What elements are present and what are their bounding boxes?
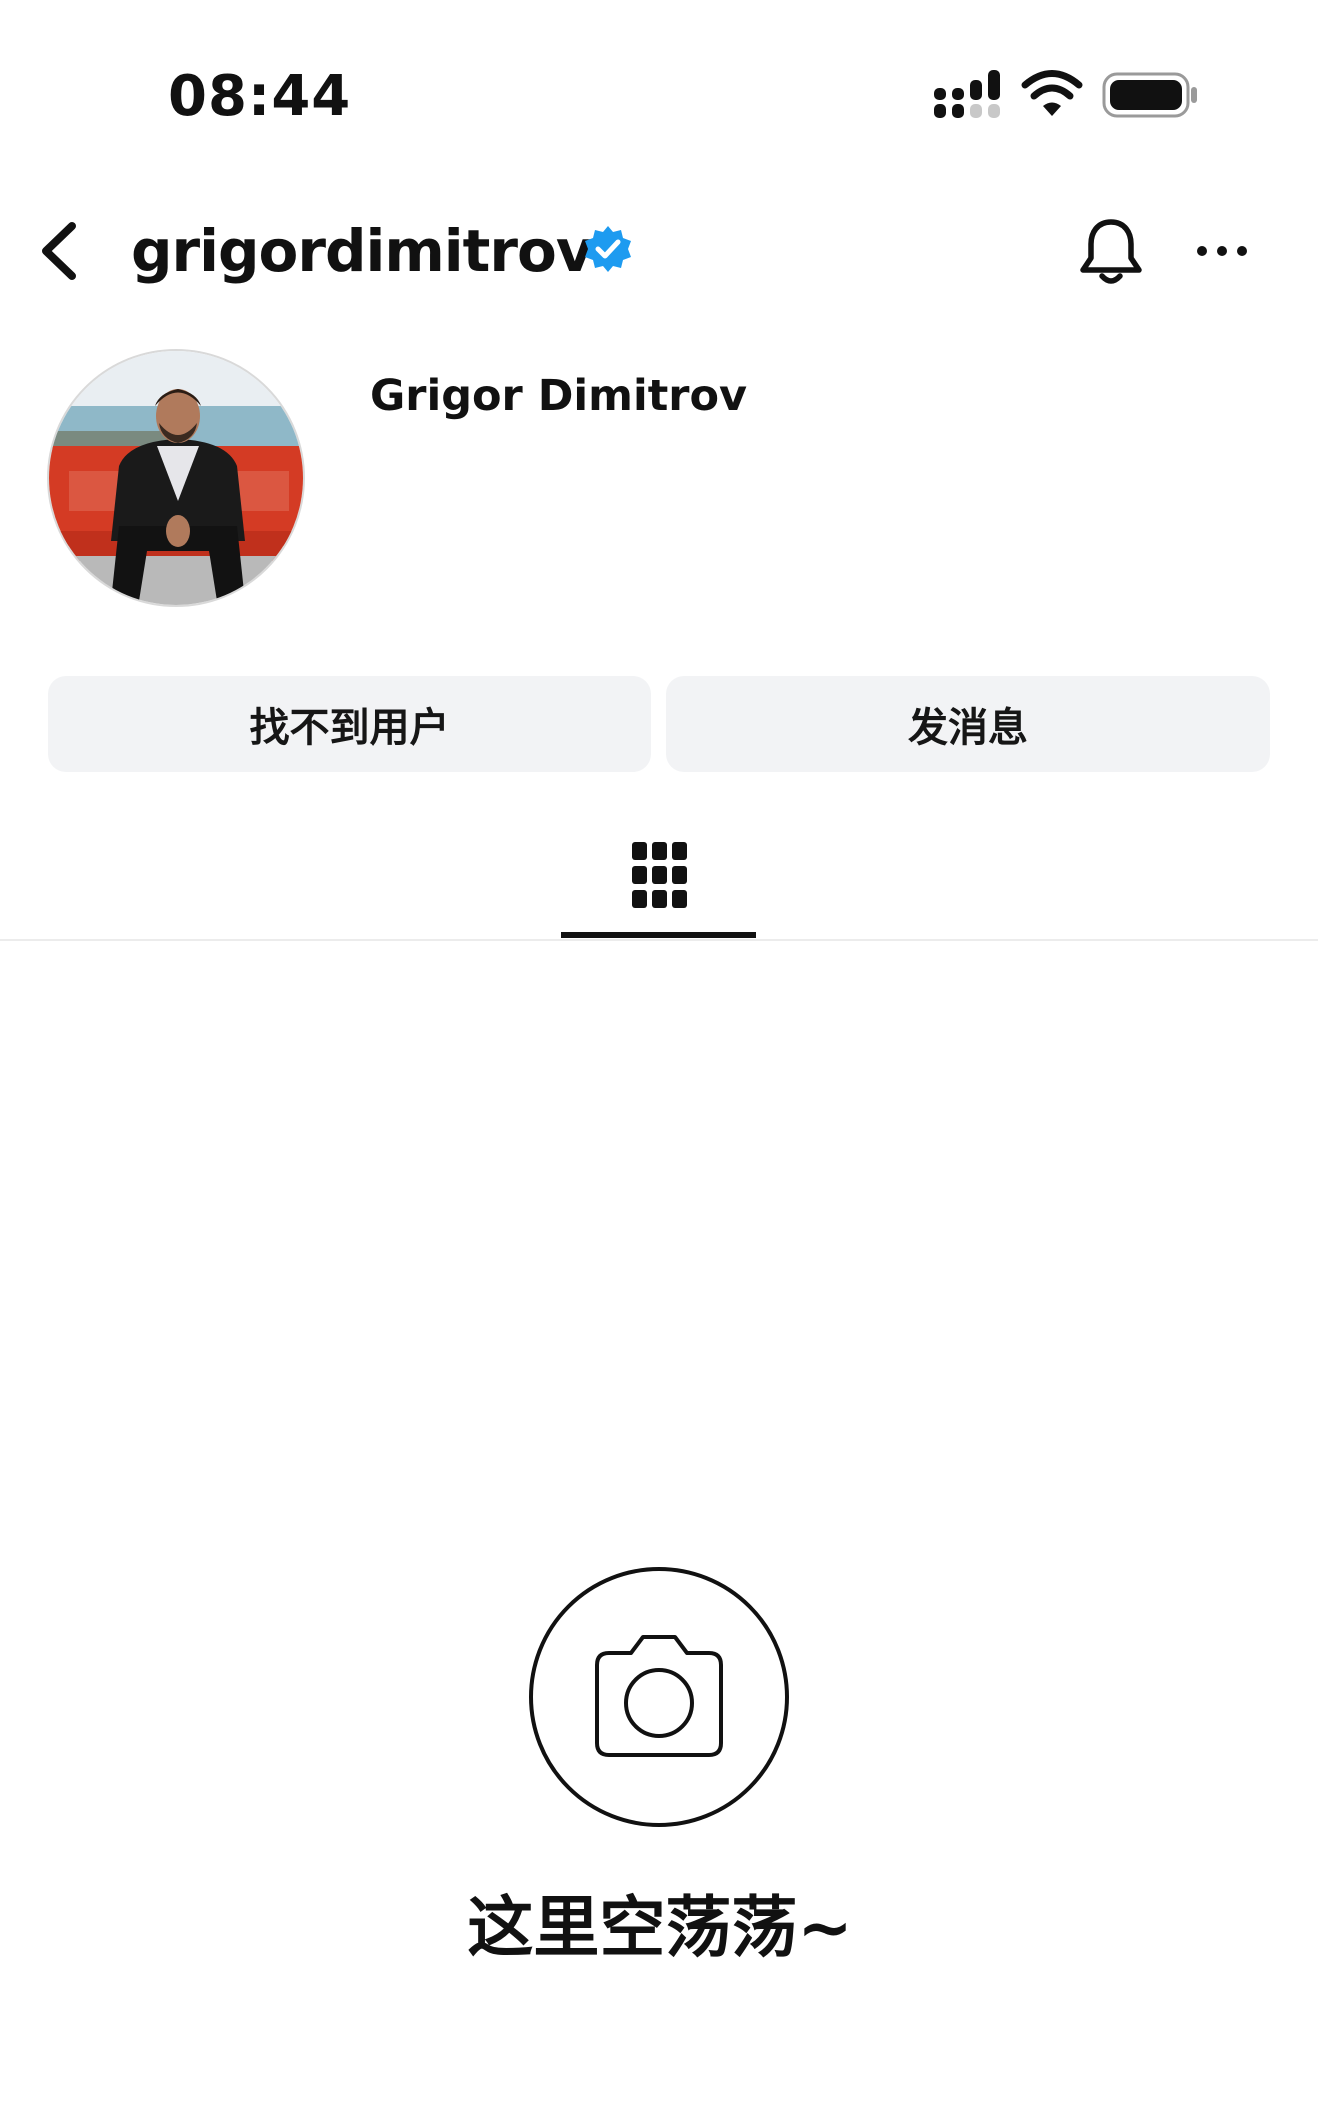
status-bar: 08:44 bbox=[0, 0, 1320, 160]
camera-icon bbox=[529, 1567, 789, 1827]
nav-bar: grigordimitrov bbox=[0, 200, 1320, 300]
more-icon[interactable] bbox=[1196, 244, 1248, 258]
empty-state-text: 这里空荡荡~ bbox=[467, 1889, 853, 1966]
username: grigordimitrov bbox=[131, 217, 594, 285]
battery-icon bbox=[1102, 72, 1197, 118]
wifi-icon bbox=[1021, 70, 1083, 116]
tab-active-indicator bbox=[561, 932, 756, 938]
grid-icon bbox=[632, 842, 687, 908]
avatar-photo bbox=[49, 351, 303, 605]
verified-icon bbox=[585, 226, 631, 272]
bell-icon[interactable] bbox=[1078, 216, 1144, 288]
signal-icon bbox=[934, 70, 1000, 118]
display-name: Grigor Dimitrov bbox=[370, 371, 748, 421]
avatar[interactable] bbox=[47, 349, 305, 607]
tab-divider bbox=[0, 939, 1318, 941]
back-icon[interactable] bbox=[34, 220, 84, 282]
send-message-button[interactable]: 发消息 bbox=[666, 676, 1270, 772]
user-not-found-button[interactable]: 找不到用户 bbox=[48, 676, 651, 772]
tab-posts-grid[interactable] bbox=[561, 820, 756, 940]
status-time: 08:44 bbox=[168, 64, 352, 129]
